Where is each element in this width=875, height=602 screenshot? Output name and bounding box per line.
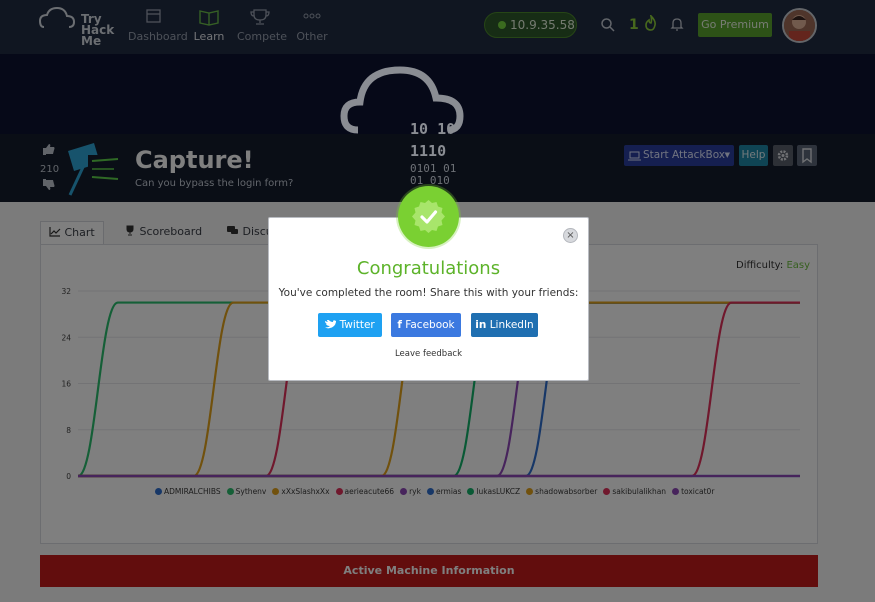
leave-feedback-link[interactable]: Leave feedback: [268, 349, 589, 359]
share-facebook-button[interactable]: f Facebook: [391, 313, 461, 337]
success-badge-icon: [398, 186, 459, 247]
linkedin-icon: in: [475, 319, 487, 331]
share-linkedin-button[interactable]: in LinkedIn: [471, 313, 538, 337]
linkedin-label: LinkedIn: [489, 319, 534, 331]
twitter-label: Twitter: [339, 319, 375, 331]
close-modal-button[interactable]: ×: [563, 228, 578, 243]
facebook-label: Facebook: [405, 319, 455, 331]
svg-text:1110: 1110: [410, 142, 446, 160]
share-twitter-button[interactable]: Twitter: [318, 313, 382, 337]
twitter-icon: [325, 319, 337, 329]
cloud-icon: 10 10 1110 0101 01 01 010: [340, 66, 464, 187]
facebook-icon: f: [397, 319, 402, 331]
modal-title: Congratulations: [356, 258, 501, 279]
modal-message: You've completed the room! Share this wi…: [278, 287, 579, 299]
svg-text:10 10: 10 10: [410, 120, 455, 138]
